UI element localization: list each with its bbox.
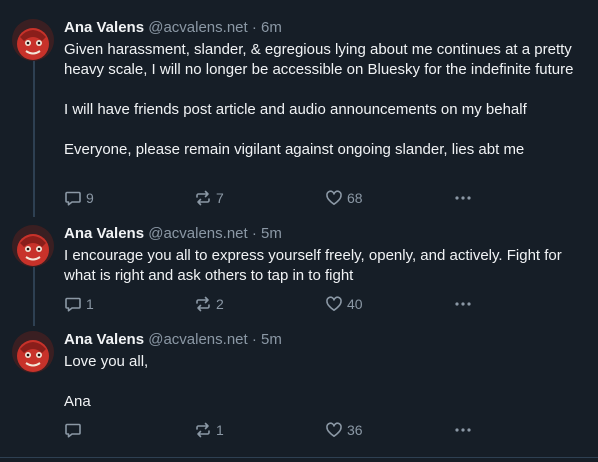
more-options-button[interactable] — [453, 420, 473, 440]
author-name[interactable]: Ana Valens — [64, 331, 144, 348]
heart-icon — [325, 421, 343, 439]
more-icon — [453, 295, 473, 313]
post-divider — [0, 457, 598, 458]
post-timestamp[interactable]: 6m — [261, 19, 282, 36]
author-handle[interactable]: @acvalens.net — [148, 19, 247, 36]
post-1[interactable]: Ana Valens @acvalens.net · 6m Given hara… — [0, 0, 598, 215]
separator-dot: · — [251, 225, 257, 242]
post-text: Love you all, Ana — [64, 352, 574, 412]
reply-button[interactable] — [64, 420, 86, 440]
like-count: 40 — [347, 296, 363, 312]
separator-dot: · — [251, 331, 257, 348]
reply-button[interactable]: 1 — [64, 294, 94, 314]
post-text: I encourage you all to express yourself … — [64, 246, 574, 286]
reply-count: 9 — [86, 190, 94, 206]
post-paragraph: Ana — [64, 393, 91, 410]
post-actions: 1 2 40 — [64, 294, 484, 314]
repost-button[interactable]: 1 — [194, 420, 224, 440]
more-options-button[interactable] — [453, 188, 473, 208]
like-count: 68 — [347, 190, 363, 206]
author-name[interactable]: Ana Valens — [64, 19, 144, 36]
avatar-image — [12, 225, 54, 267]
avatar-image — [12, 331, 54, 373]
post-paragraph: I will have friends post article and aud… — [64, 101, 527, 118]
post-text: Given harassment, slander, & egregious l… — [64, 40, 574, 160]
more-icon — [453, 189, 473, 207]
author-handle[interactable]: @acvalens.net — [148, 225, 247, 242]
repost-button[interactable]: 7 — [194, 188, 224, 208]
post-paragraph: Given harassment, slander, & egregious l… — [64, 41, 574, 78]
reply-icon — [64, 189, 82, 207]
post-3[interactable]: Ana Valens @acvalens.net · 5m Love you a… — [0, 322, 598, 457]
like-count: 36 — [347, 422, 363, 438]
post-paragraph: Everyone, please remain vigilant against… — [64, 141, 525, 158]
reply-icon — [64, 295, 82, 313]
reply-button[interactable]: 9 — [64, 188, 94, 208]
repost-count: 7 — [216, 190, 224, 206]
like-button[interactable]: 36 — [325, 420, 363, 440]
more-icon — [453, 421, 473, 439]
like-button[interactable]: 68 — [325, 188, 363, 208]
post-actions: 9 7 68 — [64, 188, 484, 208]
like-button[interactable]: 40 — [325, 294, 363, 314]
post-header: Ana Valens @acvalens.net · 5m — [64, 224, 282, 244]
avatar-image — [12, 19, 54, 61]
post-2[interactable]: Ana Valens @acvalens.net · 5m I encourag… — [0, 215, 598, 322]
repost-count: 1 — [216, 422, 224, 438]
post-paragraph: I encourage you all to express yourself … — [64, 247, 562, 284]
reply-icon — [64, 421, 82, 439]
post-paragraph: Love you all, — [64, 353, 149, 370]
repost-count: 2 — [216, 296, 224, 312]
heart-icon — [325, 295, 343, 313]
post-timestamp[interactable]: 5m — [261, 331, 282, 348]
author-handle[interactable]: @acvalens.net — [148, 331, 247, 348]
avatar[interactable] — [12, 225, 54, 267]
repost-button[interactable]: 2 — [194, 294, 224, 314]
reply-count: 1 — [86, 296, 94, 312]
post-timestamp[interactable]: 5m — [261, 225, 282, 242]
repost-icon — [194, 295, 212, 313]
post-header: Ana Valens @acvalens.net · 5m — [64, 330, 282, 350]
heart-icon — [325, 189, 343, 207]
repost-icon — [194, 421, 212, 439]
repost-icon — [194, 189, 212, 207]
separator-dot: · — [251, 19, 257, 36]
more-options-button[interactable] — [453, 294, 473, 314]
post-actions: 1 36 — [64, 420, 484, 440]
author-name[interactable]: Ana Valens — [64, 225, 144, 242]
thread: Ana Valens @acvalens.net · 6m Given hara… — [0, 0, 598, 462]
post-header: Ana Valens @acvalens.net · 6m — [64, 18, 282, 38]
avatar[interactable] — [12, 19, 54, 61]
avatar[interactable] — [12, 331, 54, 373]
